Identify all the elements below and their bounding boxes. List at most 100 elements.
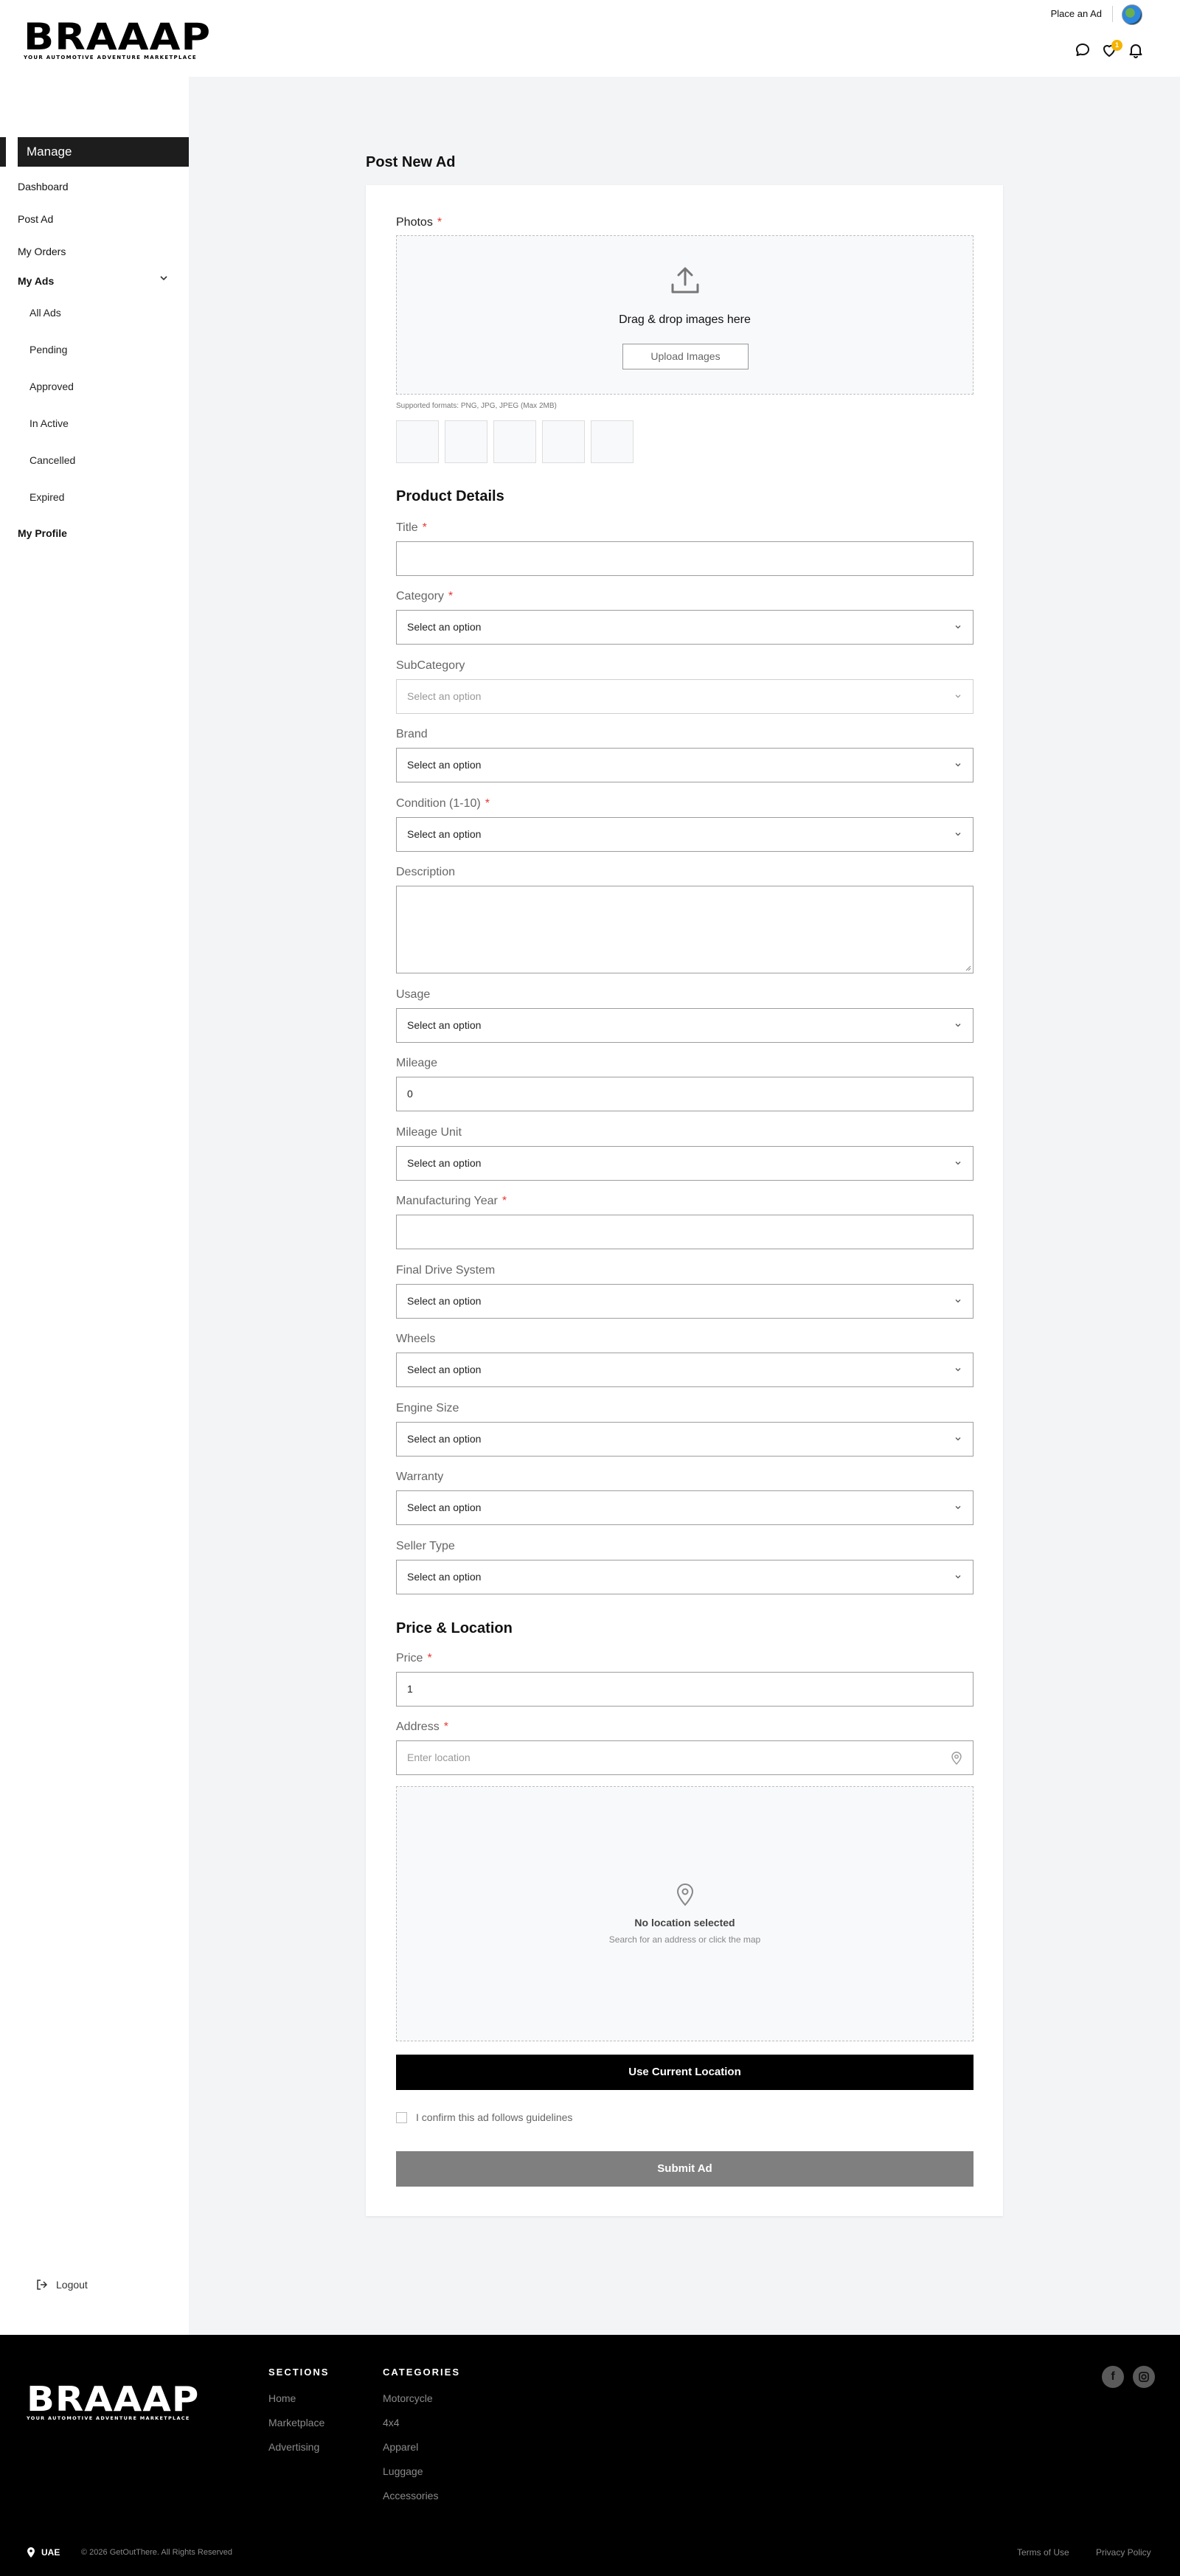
footer-link-advertising[interactable]: Advertising — [268, 2441, 319, 2453]
price-location-heading: Price & Location — [396, 1620, 513, 1636]
chevron-down-icon[interactable] — [158, 272, 170, 284]
top-header: BRAAAP YOUR AUTOMOTIVE ADVENTURE MARKETP… — [0, 0, 1180, 77]
warranty-select[interactable]: Select an option — [396, 1490, 974, 1525]
instagram-icon[interactable] — [1133, 2366, 1155, 2388]
image-thumbnail-slot — [493, 420, 536, 463]
brand-select[interactable]: Select an option — [396, 748, 974, 782]
wheels-label: Wheels — [396, 1333, 436, 1345]
logout-label: Logout — [56, 2279, 88, 2291]
submit-ad-button[interactable]: Submit Ad — [396, 2151, 974, 2187]
image-thumbnail-slot — [445, 420, 487, 463]
final-drive-select[interactable]: Select an option — [396, 1284, 974, 1319]
engine-size-label: Engine Size — [396, 1402, 459, 1414]
active-indicator — [0, 137, 6, 167]
description-textarea[interactable] — [396, 886, 974, 973]
region-selector[interactable]: UAE — [27, 2547, 60, 2558]
logo-wordmark: BRAAAP — [24, 15, 212, 58]
chevron-down-icon — [955, 1368, 961, 1372]
page-title: Post New Ad — [366, 154, 456, 170]
sidebar-item-my-orders[interactable]: My Orders — [18, 246, 66, 257]
chevron-down-icon — [955, 1299, 961, 1303]
map-empty-title: No location selected — [634, 1917, 735, 1928]
place-ad-link[interactable]: Place an Ad — [1051, 8, 1102, 19]
instagram-glyph-icon — [1139, 2372, 1149, 2382]
footer-link-home[interactable]: Home — [268, 2392, 296, 2404]
sidebar-item-in-active[interactable]: In Active — [30, 417, 69, 429]
use-current-location-button[interactable]: Use Current Location — [396, 2055, 974, 2090]
footer-logo[interactable]: BRAAAP YOUR AUTOMOTIVE ADVENTURE MARKETP… — [27, 2382, 198, 2421]
image-thumbnail-slot — [396, 420, 439, 463]
wishlist-count-badge: 1 — [1111, 40, 1122, 51]
sidebar-item-post-ad[interactable]: Post Ad — [18, 213, 53, 225]
copyright: © 2026 GetOutThere. All Rights Reserved — [81, 2548, 232, 2557]
subcategory-select[interactable]: Select an option — [396, 679, 974, 714]
sidebar-item-cancelled[interactable]: Cancelled — [30, 454, 75, 466]
photos-label: Photos * — [396, 216, 442, 229]
chevron-down-icon — [955, 1506, 961, 1510]
map-picker[interactable]: No location selected Search for an addre… — [396, 1786, 974, 2041]
footer-link-apparel[interactable]: Apparel — [383, 2441, 418, 2453]
warranty-label: Warranty — [396, 1471, 444, 1483]
manufacturing-year-input[interactable] — [396, 1215, 974, 1249]
mileage-input[interactable]: 0 — [396, 1077, 974, 1111]
chevron-down-icon — [955, 763, 961, 767]
supported-formats-note: Supported formats: PNG, JPG, JPEG (Max 2… — [396, 402, 557, 410]
location-pin-icon — [27, 2547, 35, 2558]
price-input[interactable]: 1 — [396, 1672, 974, 1707]
dropzone-text: Drag & drop images here — [619, 313, 751, 326]
sidebar-item-my-ads[interactable]: My Ads — [18, 275, 54, 287]
guidelines-confirm-text: I confirm this ad follows guidelines — [416, 2111, 573, 2123]
footer-link-motorcycle[interactable]: Motorcycle — [383, 2392, 433, 2404]
logout-button[interactable]: Logout — [35, 2278, 88, 2291]
manage-label: Manage — [18, 137, 189, 167]
footer-link-marketplace[interactable]: Marketplace — [268, 2417, 324, 2429]
chevron-down-icon — [955, 1575, 961, 1579]
resize-handle-icon[interactable] — [965, 965, 971, 971]
footer-sections-heading: SECTIONS — [268, 2367, 330, 2378]
footer-link-4x4[interactable]: 4x4 — [383, 2417, 400, 2429]
footer-link-accessories[interactable]: Accessories — [383, 2490, 438, 2502]
description-label: Description — [396, 866, 456, 878]
sidebar-item-pending[interactable]: Pending — [30, 344, 67, 355]
post-ad-form: Photos * Drag & drop images here Upload I… — [366, 185, 1003, 2216]
image-thumbnail-slot — [542, 420, 585, 463]
engine-size-select[interactable]: Select an option — [396, 1422, 974, 1457]
sidebar: Manage Dashboard Post Ad My Orders My Ad… — [0, 77, 189, 2335]
seller-type-select[interactable]: Select an option — [396, 1560, 974, 1594]
location-pin-icon — [951, 1752, 962, 1765]
header-divider — [1112, 6, 1113, 22]
upload-images-button[interactable]: Upload Images — [622, 344, 749, 369]
terms-link[interactable]: Terms of Use — [1017, 2547, 1069, 2558]
sidebar-manage-header: Manage — [0, 137, 189, 167]
footer-link-luggage[interactable]: Luggage — [383, 2465, 423, 2477]
sidebar-item-my-profile[interactable]: My Profile — [18, 527, 67, 539]
price-label: Price * — [396, 1652, 432, 1664]
category-select[interactable]: Select an option — [396, 610, 974, 645]
sidebar-item-approved[interactable]: Approved — [30, 381, 74, 392]
mileage-unit-select[interactable]: Select an option — [396, 1146, 974, 1181]
condition-select[interactable]: Select an option — [396, 817, 974, 852]
chevron-down-icon — [955, 1162, 961, 1165]
title-input[interactable] — [396, 541, 974, 576]
image-thumbnail-slot — [591, 420, 634, 463]
wheels-select[interactable]: Select an option — [396, 1353, 974, 1387]
chevron-down-icon — [955, 625, 961, 629]
brand-logo[interactable]: BRAAAP YOUR AUTOMOTIVE ADVENTURE MARKETP… — [24, 18, 210, 60]
guidelines-checkbox[interactable] — [396, 2111, 407, 2123]
sidebar-item-dashboard[interactable]: Dashboard — [18, 181, 69, 192]
privacy-link[interactable]: Privacy Policy — [1096, 2547, 1151, 2558]
sidebar-item-expired[interactable]: Expired — [30, 491, 64, 503]
chat-icon[interactable] — [1074, 41, 1092, 59]
address-input[interactable]: Enter location — [396, 1740, 974, 1775]
user-avatar[interactable] — [1122, 4, 1142, 25]
facebook-icon[interactable]: f — [1102, 2366, 1124, 2388]
bell-icon[interactable] — [1127, 41, 1145, 59]
image-dropzone[interactable]: Drag & drop images here Upload Images — [396, 235, 974, 395]
chevron-down-icon — [955, 1437, 961, 1441]
chevron-down-icon — [955, 1024, 961, 1027]
site-footer: BRAAAP YOUR AUTOMOTIVE ADVENTURE MARKETP… — [0, 2335, 1180, 2576]
subcategory-label: SubCategory — [396, 659, 465, 672]
usage-select[interactable]: Select an option — [396, 1008, 974, 1043]
guidelines-confirm[interactable]: I confirm this ad follows guidelines — [396, 2111, 572, 2123]
sidebar-item-all-ads[interactable]: All Ads — [30, 307, 61, 319]
